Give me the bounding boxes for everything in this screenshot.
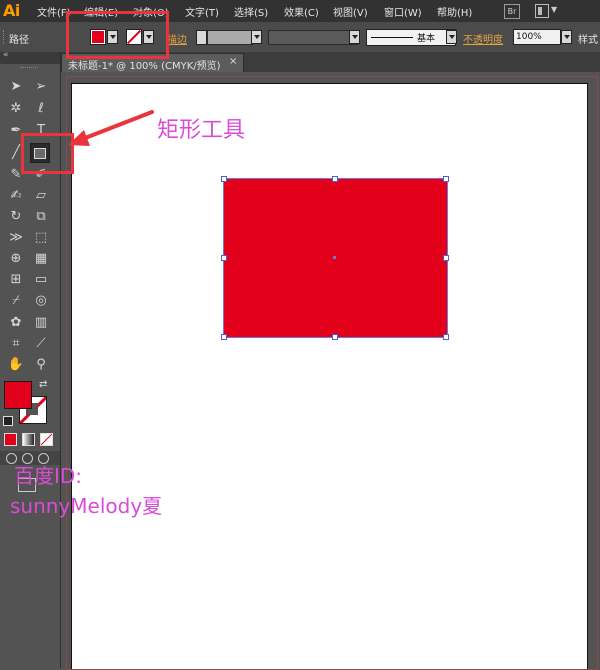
collapse-panel-icon[interactable]: «: [3, 50, 9, 60]
width-tool-icon[interactable]: ≫: [7, 229, 25, 247]
brush-definition-label: 基本: [417, 34, 436, 44]
gradient-tool-icon[interactable]: ▭: [32, 271, 50, 289]
artboard-tool-icon[interactable]: ⌗: [7, 335, 25, 353]
brush-definition-dropdown[interactable]: [446, 30, 457, 44]
variable-width-dropdown[interactable]: [349, 30, 360, 44]
menu-help[interactable]: 帮助(H): [437, 4, 472, 19]
selection-handle[interactable]: [221, 334, 227, 340]
blend-tool-icon[interactable]: ◎: [32, 292, 50, 310]
shape-builder-tool-icon[interactable]: ⊕: [7, 250, 25, 268]
variable-width-profile[interactable]: [268, 30, 358, 45]
app-logo: Ai: [3, 1, 20, 20]
scale-tool-icon[interactable]: ⧉: [32, 208, 50, 226]
fill-color-box[interactable]: [4, 381, 32, 409]
selection-handle[interactable]: [221, 255, 227, 261]
stroke-panel-link[interactable]: 描边: [167, 31, 187, 46]
direct-selection-tool-icon[interactable]: ➢: [32, 78, 50, 96]
stroke-weight-stepper[interactable]: [196, 30, 207, 45]
menu-window[interactable]: 窗口(W): [384, 4, 422, 19]
free-transform-tool-icon[interactable]: ⬚: [32, 229, 50, 247]
column-graph-tool-icon[interactable]: ▥: [32, 314, 50, 332]
magic-wand-tool-icon[interactable]: ✲: [7, 100, 25, 118]
stroke-weight-field[interactable]: [207, 30, 253, 45]
bridge-button[interactable]: Br: [504, 4, 520, 19]
hand-tool-icon[interactable]: ✋: [7, 356, 25, 374]
slice-tool-icon[interactable]: ⟋: [32, 335, 50, 353]
watermark-id-label: 百度ID:: [14, 464, 83, 488]
default-colors-icon[interactable]: [3, 416, 13, 426]
center-point-marker: [333, 256, 336, 259]
selection-handle[interactable]: [221, 176, 227, 182]
perspective-grid-tool-icon[interactable]: ▦: [32, 250, 50, 268]
swap-fill-stroke-icon[interactable]: ⇄: [39, 379, 47, 390]
stroke-weight-dropdown[interactable]: [251, 30, 262, 44]
rectangle-tool-annotation: 矩形工具: [157, 118, 246, 143]
selection-handle[interactable]: [443, 255, 449, 261]
watermark-username: sunnyMelody夏: [10, 494, 163, 518]
chevron-down-icon[interactable]: ▼: [551, 5, 557, 14]
opacity-dropdown[interactable]: [561, 30, 572, 44]
graphic-style-label[interactable]: 样式: [578, 31, 598, 46]
eraser-tool-icon[interactable]: ▱: [32, 187, 50, 205]
menu-effect[interactable]: 效果(C): [284, 4, 319, 19]
lasso-tool-icon[interactable]: ℓ: [32, 100, 50, 118]
menu-select[interactable]: 选择(S): [234, 4, 268, 19]
pointer-arrow-icon: [68, 110, 154, 146]
zoom-tool-icon[interactable]: ⚲: [32, 356, 50, 374]
opacity-field[interactable]: 100%: [513, 29, 561, 45]
selection-tool-icon[interactable]: ➤: [7, 78, 25, 96]
panel-grip-icon[interactable]: [20, 67, 38, 70]
eyedropper-tool-icon[interactable]: ⌿: [7, 292, 25, 310]
symbol-sprayer-tool-icon[interactable]: ✿: [7, 314, 25, 332]
artboard[interactable]: [71, 83, 588, 669]
color-mode-button[interactable]: [4, 433, 17, 446]
rotate-tool-icon[interactable]: ↻: [7, 208, 25, 226]
selection-handle[interactable]: [443, 334, 449, 340]
tools-panel-header: «: [0, 50, 60, 64]
blob-brush-tool-icon[interactable]: ✍: [7, 187, 25, 205]
close-icon[interactable]: ×: [229, 56, 237, 67]
selection-handle[interactable]: [332, 334, 338, 340]
menu-type[interactable]: 文字(T): [185, 4, 219, 19]
workspace-switcher-icon[interactable]: [535, 4, 549, 18]
menu-view[interactable]: 视图(V): [333, 4, 368, 19]
panel-grip-icon[interactable]: [3, 30, 6, 44]
document-tab-title: 未标题-1* @ 100% (CMYK/预览): [68, 61, 221, 72]
selection-type-label: 路径: [9, 35, 29, 46]
brush-stroke-preview: [371, 37, 413, 38]
fill-stroke-highlight-box: [66, 11, 169, 59]
brush-definition-select[interactable]: 基本: [366, 29, 456, 46]
none-mode-button[interactable]: [40, 433, 53, 446]
opacity-panel-link[interactable]: 不透明度: [463, 31, 503, 46]
selection-handle[interactable]: [443, 176, 449, 182]
mesh-tool-icon[interactable]: ⊞: [7, 271, 25, 289]
selection-handle[interactable]: [332, 176, 338, 182]
gradient-mode-button[interactable]: [22, 433, 35, 446]
